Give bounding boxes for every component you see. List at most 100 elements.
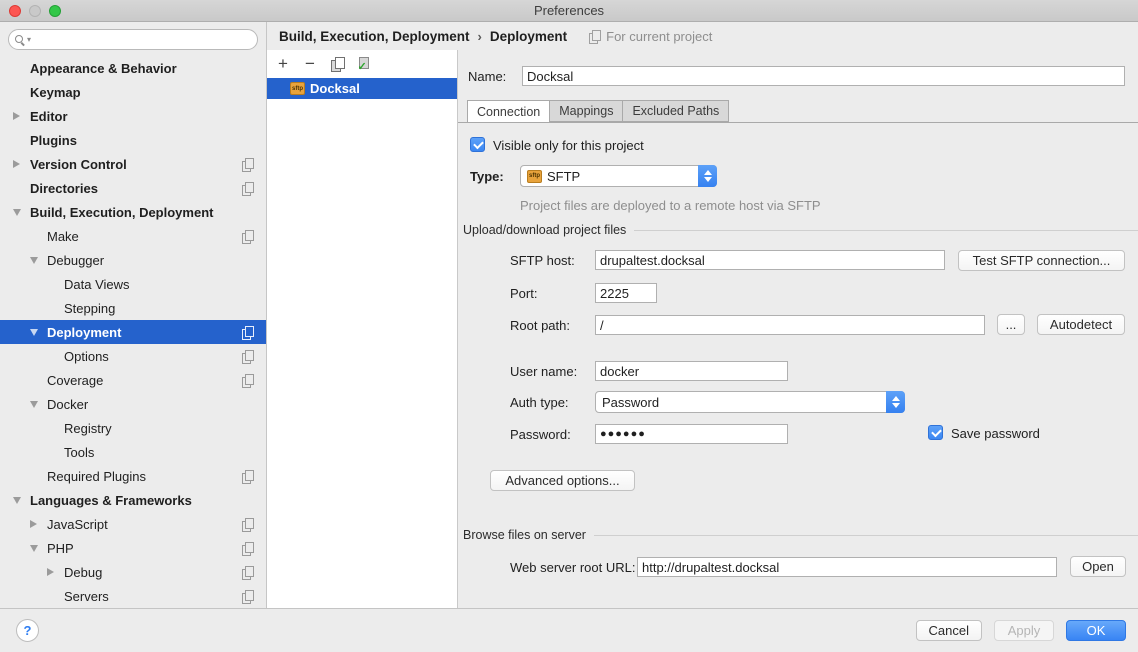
- autodetect-button[interactable]: Autodetect: [1037, 314, 1125, 335]
- sidebar-item-make[interactable]: Make: [0, 224, 266, 248]
- tab-label: Connection: [477, 105, 540, 119]
- tab-mappings[interactable]: Mappings: [550, 100, 623, 122]
- project-level-icon: [242, 590, 254, 603]
- chevron-right-icon[interactable]: [13, 160, 20, 168]
- auth-type-label: Auth type:: [510, 395, 569, 410]
- name-input[interactable]: [522, 66, 1125, 86]
- chevron-down-icon[interactable]: [30, 545, 38, 552]
- browse-root-path-button[interactable]: ...: [997, 314, 1025, 335]
- breadcrumb-separator: ›: [476, 29, 484, 44]
- type-select[interactable]: sftp SFTP: [520, 165, 717, 187]
- server-list-item-docksal[interactable]: sftp Docksal: [267, 78, 457, 99]
- user-name-input[interactable]: [595, 361, 788, 381]
- sidebar-item-deployment[interactable]: Deployment: [0, 320, 266, 344]
- scope-indicator: For current project: [589, 29, 712, 44]
- project-level-icon: [242, 566, 254, 579]
- copy-server-button[interactable]: [328, 55, 346, 73]
- section-label: Upload/download project files: [463, 223, 626, 237]
- zoom-button[interactable]: [49, 5, 61, 17]
- sidebar-item-directories[interactable]: Directories: [0, 176, 266, 200]
- sidebar-item-docker[interactable]: Docker: [0, 392, 266, 416]
- use-as-default-icon: ✓: [358, 57, 371, 71]
- chevron-down-icon[interactable]: ▾: [27, 36, 31, 44]
- cancel-button[interactable]: Cancel: [916, 620, 982, 641]
- tab-label: Excluded Paths: [632, 104, 719, 118]
- web-root-label: Web server root URL:: [510, 560, 635, 575]
- use-as-default-button[interactable]: ✓: [355, 55, 373, 73]
- sidebar-item-languages-frameworks[interactable]: Languages & Frameworks: [0, 488, 266, 512]
- remove-server-button[interactable]: −: [301, 55, 319, 73]
- sidebar-item-label: Languages & Frameworks: [30, 493, 192, 508]
- sidebar-item-tools[interactable]: Tools: [0, 440, 266, 464]
- chevron-down-icon[interactable]: [13, 209, 21, 216]
- settings-tree: Appearance & Behavior Keymap Editor Plug…: [0, 56, 266, 608]
- project-level-icon: [242, 374, 254, 387]
- sidebar-item-php-debug[interactable]: Debug: [0, 560, 266, 584]
- tab-label: Mappings: [559, 104, 613, 118]
- sidebar-item-debugger[interactable]: Debugger: [0, 248, 266, 272]
- chevron-down-icon[interactable]: [30, 257, 38, 264]
- sidebar-item-label: Stepping: [64, 301, 115, 316]
- web-root-input[interactable]: [637, 557, 1057, 577]
- project-level-icon: [242, 158, 254, 171]
- sftp-host-label: SFTP host:: [510, 253, 575, 268]
- sidebar-item-appearance-behavior[interactable]: Appearance & Behavior: [0, 56, 266, 80]
- sidebar-item-label: Docker: [47, 397, 88, 412]
- sidebar-item-label: Plugins: [30, 133, 77, 148]
- chevron-right-icon[interactable]: [13, 112, 20, 120]
- auth-type-select[interactable]: Password: [595, 391, 905, 413]
- sidebar-item-label: Required Plugins: [47, 469, 146, 484]
- chevron-down-icon[interactable]: [13, 497, 21, 504]
- sidebar-item-registry[interactable]: Registry: [0, 416, 266, 440]
- advanced-options-button[interactable]: Advanced options...: [490, 470, 635, 491]
- close-button[interactable]: [9, 5, 21, 17]
- sidebar-item-version-control[interactable]: Version Control: [0, 152, 266, 176]
- help-button[interactable]: ?: [16, 619, 39, 642]
- dropdown-arrows-icon: [698, 165, 717, 187]
- sidebar-item-php[interactable]: PHP: [0, 536, 266, 560]
- server-item-label: Docksal: [310, 81, 360, 96]
- chevron-down-icon[interactable]: [30, 401, 38, 408]
- sidebar-item-coverage[interactable]: Coverage: [0, 368, 266, 392]
- tab-connection[interactable]: Connection: [467, 100, 550, 123]
- server-list-pane: + − ✓ sftp Docksal: [267, 50, 458, 608]
- visible-only-label: Visible only for this project: [493, 138, 644, 153]
- root-path-label: Root path:: [510, 318, 570, 333]
- breadcrumb-parent[interactable]: Build, Execution, Deployment: [279, 29, 470, 44]
- sidebar-item-label: Options: [64, 349, 109, 364]
- sidebar-item-data-views[interactable]: Data Views: [0, 272, 266, 296]
- open-button[interactable]: Open: [1070, 556, 1126, 577]
- sidebar-item-stepping[interactable]: Stepping: [0, 296, 266, 320]
- search-input[interactable]: ▾: [8, 29, 258, 50]
- chevron-down-icon[interactable]: [30, 329, 38, 336]
- sidebar-item-label: Editor: [30, 109, 68, 124]
- chevron-right-icon[interactable]: [47, 568, 54, 576]
- password-label: Password:: [510, 427, 571, 442]
- project-level-icon: [242, 470, 254, 483]
- sidebar-item-servers[interactable]: Servers: [0, 584, 266, 608]
- add-server-button[interactable]: +: [274, 55, 292, 73]
- root-path-input[interactable]: [595, 315, 985, 335]
- password-input[interactable]: [595, 424, 788, 444]
- chevron-right-icon[interactable]: [30, 520, 37, 528]
- ok-button[interactable]: OK: [1066, 620, 1126, 641]
- sidebar-item-label: Coverage: [47, 373, 103, 388]
- sidebar-item-build-execution-deployment[interactable]: Build, Execution, Deployment: [0, 200, 266, 224]
- project-level-icon: [589, 30, 601, 43]
- sidebar-item-label: Directories: [30, 181, 98, 196]
- visible-only-checkbox[interactable]: [470, 137, 485, 152]
- type-value: SFTP: [547, 169, 580, 184]
- sidebar-item-keymap[interactable]: Keymap: [0, 80, 266, 104]
- sidebar-item-options[interactable]: Options: [0, 344, 266, 368]
- footer-bar: ? Cancel Apply OK: [0, 608, 1138, 652]
- save-password-checkbox[interactable]: [928, 425, 943, 440]
- test-sftp-connection-button[interactable]: Test SFTP connection...: [958, 250, 1125, 271]
- sidebar-item-editor[interactable]: Editor: [0, 104, 266, 128]
- sidebar-item-javascript[interactable]: JavaScript: [0, 512, 266, 536]
- tab-excluded-paths[interactable]: Excluded Paths: [623, 100, 729, 122]
- apply-button[interactable]: Apply: [994, 620, 1054, 641]
- sidebar-item-required-plugins[interactable]: Required Plugins: [0, 464, 266, 488]
- sidebar-item-plugins[interactable]: Plugins: [0, 128, 266, 152]
- sftp-host-input[interactable]: [595, 250, 945, 270]
- port-input[interactable]: [595, 283, 657, 303]
